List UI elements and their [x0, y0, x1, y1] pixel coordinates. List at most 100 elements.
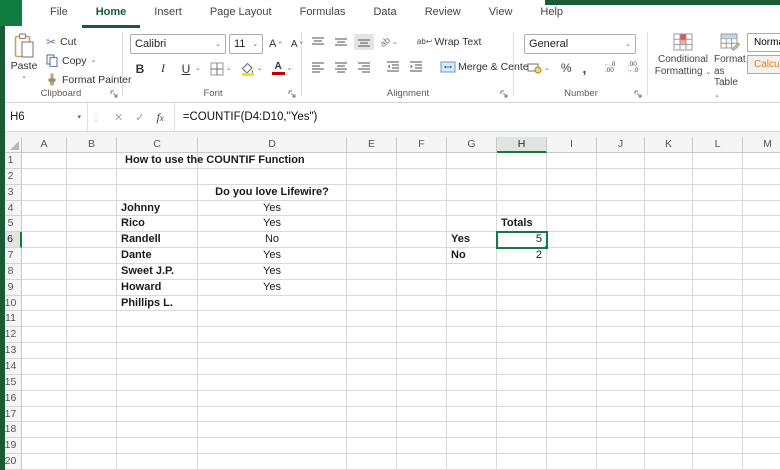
cell-K9[interactable] [645, 279, 693, 296]
cell-B17[interactable] [67, 406, 117, 423]
cell-H6[interactable]: 5 [496, 231, 548, 250]
cell-C3[interactable] [117, 184, 198, 201]
cell-M14[interactable] [743, 359, 780, 375]
cell-L4[interactable] [693, 200, 743, 217]
cell-D10[interactable] [198, 295, 347, 312]
cell-C5[interactable]: Rico [117, 216, 198, 233]
cell-L13[interactable] [693, 343, 743, 359]
cell-C4[interactable]: Johnny [117, 200, 198, 217]
cell-B20[interactable] [67, 454, 117, 470]
cell-I7[interactable] [547, 248, 597, 264]
clipboard-dialog-launcher[interactable] [109, 89, 119, 99]
cell-M1[interactable] [743, 153, 780, 169]
borders-button[interactable]: ⌄ [207, 60, 235, 78]
cell-A17[interactable] [22, 406, 67, 423]
cell-C20[interactable] [117, 454, 198, 470]
cell-G9[interactable] [447, 279, 497, 296]
cell-J17[interactable] [597, 406, 645, 423]
cell-B16[interactable] [67, 390, 117, 407]
column-header-K[interactable]: K [645, 137, 693, 153]
cell-L7[interactable] [693, 248, 743, 264]
cell-M4[interactable] [743, 201, 780, 217]
cell-K1[interactable] [645, 153, 693, 169]
cell-A3[interactable] [22, 184, 67, 201]
name-box[interactable]: H6 ▾ [0, 103, 88, 131]
cell-E3[interactable] [347, 184, 397, 201]
cell-G20[interactable] [447, 454, 497, 470]
alignment-dialog-launcher[interactable] [499, 89, 509, 99]
cell-J4[interactable] [597, 200, 645, 217]
cell-K15[interactable] [645, 374, 693, 391]
cell-C10[interactable]: Phillips L. [117, 295, 198, 312]
cell-E19[interactable] [347, 438, 397, 455]
cell-B1[interactable] [67, 153, 117, 169]
cell-G15[interactable] [447, 374, 497, 391]
cell-K13[interactable] [645, 343, 693, 359]
cell-H11[interactable] [497, 311, 547, 328]
cell-G16[interactable] [447, 390, 497, 407]
column-header-I[interactable]: I [547, 137, 597, 153]
cell-C14[interactable] [117, 358, 198, 375]
cell-B3[interactable] [67, 184, 117, 201]
column-header-E[interactable]: E [347, 137, 397, 153]
cell-G2[interactable] [447, 168, 497, 185]
column-header-H[interactable]: H [497, 137, 547, 153]
format-painter-button[interactable]: Format Painter [46, 72, 131, 87]
cell-B13[interactable] [67, 343, 117, 359]
cell-H14[interactable] [497, 358, 547, 375]
cell-K2[interactable] [645, 168, 693, 185]
align-left-button[interactable] [308, 59, 328, 75]
cell-E16[interactable] [347, 390, 397, 407]
cell-M7[interactable] [743, 248, 780, 264]
cell-I1[interactable] [547, 153, 597, 169]
cell-L6[interactable] [693, 232, 743, 249]
cell-A12[interactable] [22, 327, 67, 344]
cell-E7[interactable] [347, 248, 397, 264]
cell-J5[interactable] [597, 216, 645, 233]
cell-B11[interactable] [67, 311, 117, 328]
cell-D14[interactable] [198, 358, 347, 375]
cell-F20[interactable] [397, 454, 447, 470]
cell-G6[interactable]: Yes [447, 232, 497, 249]
cell-D20[interactable] [198, 454, 347, 470]
cell-F5[interactable] [397, 216, 447, 233]
cell-L17[interactable] [693, 406, 743, 423]
align-right-button[interactable] [354, 59, 374, 75]
cell-L14[interactable] [693, 358, 743, 375]
cell-G8[interactable] [447, 263, 497, 280]
cell-J13[interactable] [597, 343, 645, 359]
wrap-text-button[interactable]: ab↩ Wrap Text [414, 34, 485, 50]
cell-A13[interactable] [22, 343, 67, 359]
cell-G10[interactable] [447, 295, 497, 312]
cell-E1[interactable] [347, 153, 397, 169]
cell-G11[interactable] [447, 311, 497, 328]
cell-I2[interactable] [547, 168, 597, 185]
cell-C7[interactable]: Dante [117, 248, 198, 264]
cell-L20[interactable] [693, 454, 743, 470]
cell-I8[interactable] [547, 263, 597, 280]
cell-H15[interactable] [497, 374, 547, 391]
cell-H10[interactable] [497, 295, 547, 312]
cell-K8[interactable] [645, 263, 693, 280]
cell-C2[interactable] [117, 168, 198, 185]
cell-B6[interactable] [67, 232, 117, 249]
cell-L2[interactable] [693, 168, 743, 185]
cell-G5[interactable] [447, 216, 497, 233]
cell-J14[interactable] [597, 358, 645, 375]
cell-H1[interactable] [497, 153, 547, 169]
cell-C8[interactable]: Sweet J.P. [117, 263, 198, 280]
cell-B19[interactable] [67, 438, 117, 455]
cell-M11[interactable] [743, 311, 780, 328]
cell-I20[interactable] [547, 454, 597, 470]
cell-I16[interactable] [547, 390, 597, 407]
column-header-F[interactable]: F [397, 137, 447, 153]
cell-L9[interactable] [693, 279, 743, 296]
cell-H12[interactable] [497, 327, 547, 344]
cell-K11[interactable] [645, 311, 693, 328]
column-header-B[interactable]: B [67, 137, 117, 153]
cell-I15[interactable] [547, 374, 597, 391]
cell-C11[interactable] [117, 311, 198, 328]
cell-H3[interactable] [497, 184, 547, 201]
cell-C6[interactable]: Randell [117, 232, 198, 249]
cell-K20[interactable] [645, 454, 693, 470]
